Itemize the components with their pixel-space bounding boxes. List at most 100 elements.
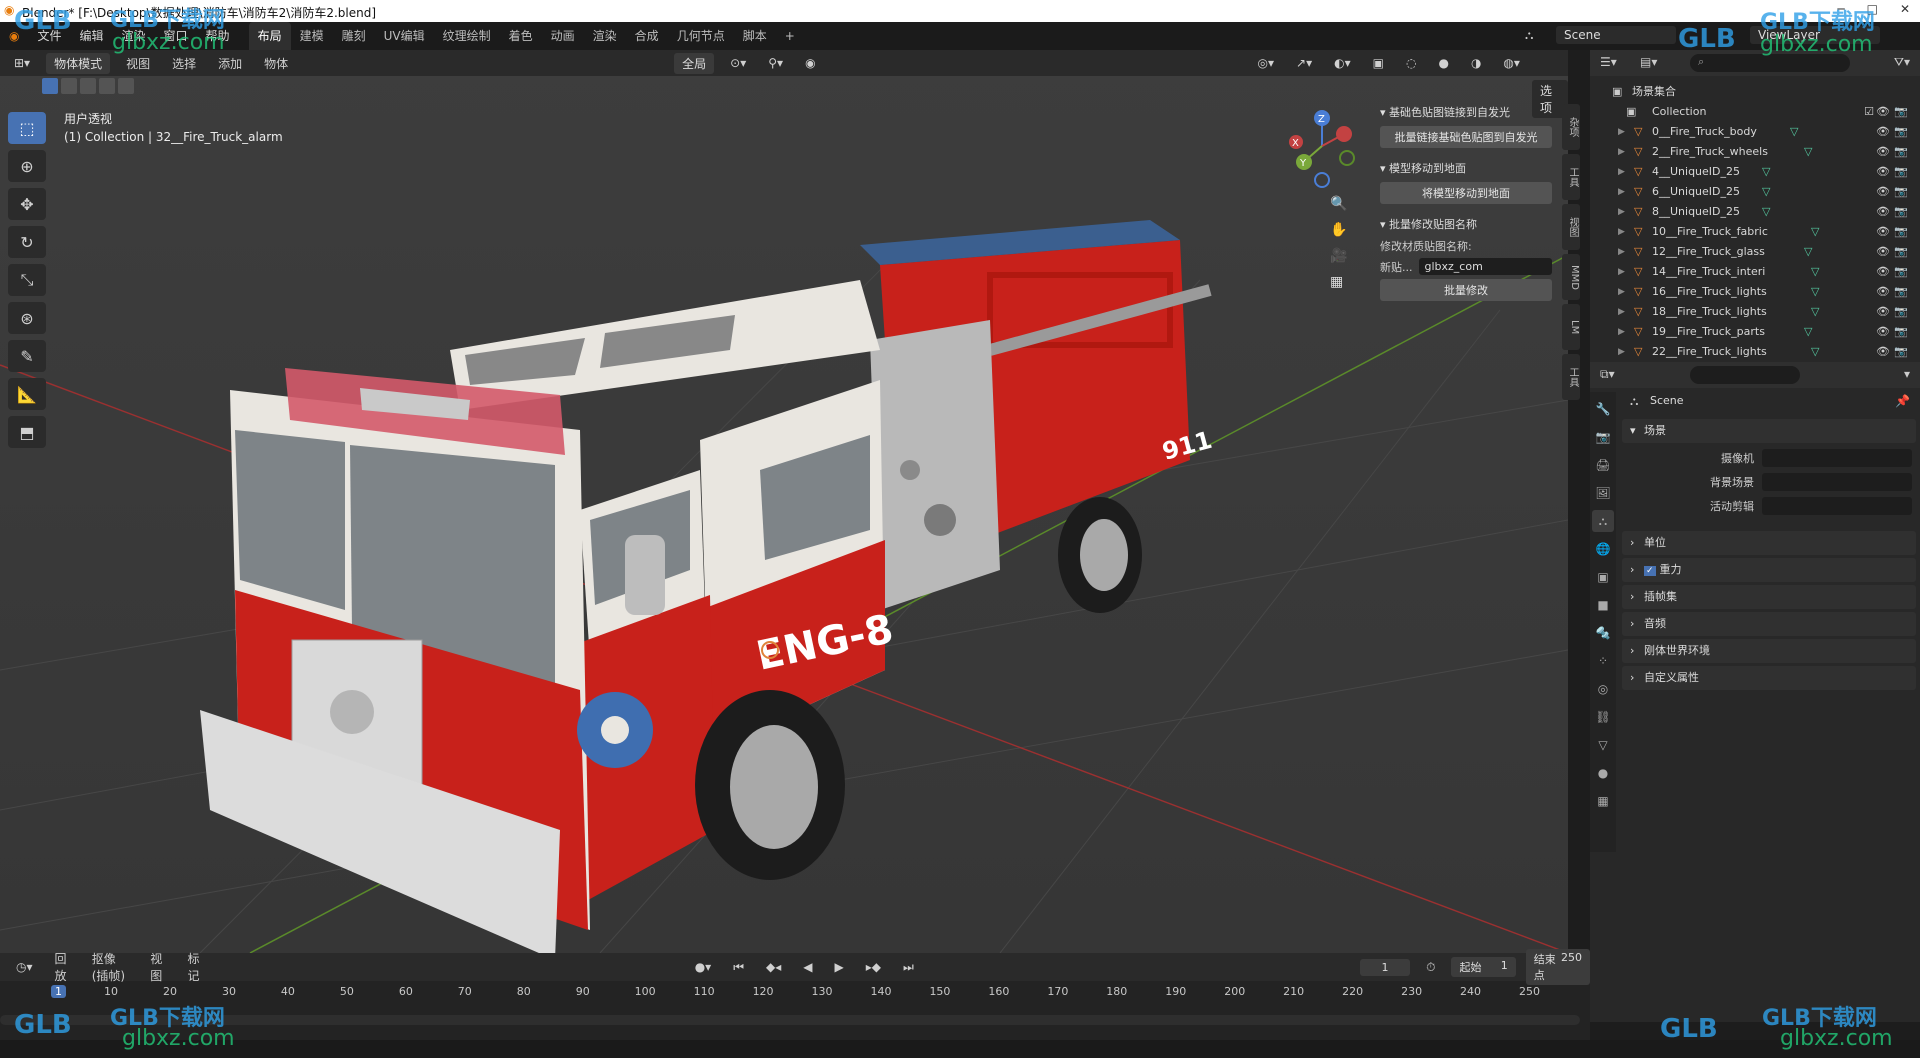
outliner-row[interactable]: ▶ ▽ 4__UniqueID_25 ▽ 👁 📷 <box>1590 162 1920 182</box>
outliner-row[interactable]: ▶ ▽ 18__Fire_Truck_lights ▽ 👁 📷 <box>1590 302 1920 322</box>
material-props-icon[interactable]: ● <box>1592 762 1614 784</box>
ortho-grid-icon[interactable]: ▦ <box>1330 274 1347 290</box>
eye-icon[interactable]: 👁 <box>1876 142 1890 162</box>
expand-arrow-icon[interactable]: ▶ <box>1618 302 1625 322</box>
3d-viewport[interactable]: ENG-8 911 ⊞▾ 物体模式 视图 选择 添加 物体 全局 ⊙▾ ⚲▾ ◉… <box>0 50 1568 953</box>
batch-link-emission-button[interactable]: 批量链接基础色贴图到自发光 <box>1380 126 1552 148</box>
select-subtract-icon[interactable] <box>80 78 96 94</box>
tab-animation[interactable]: 动画 <box>542 22 584 50</box>
render-camera-icon[interactable]: 📷 <box>1894 262 1908 282</box>
tab-texture-paint[interactable]: 纹理绘制 <box>434 22 500 50</box>
render-camera-icon[interactable]: 📷 <box>1894 282 1908 302</box>
shading-render-icon[interactable]: ◍▾ <box>1497 54 1526 72</box>
menu-edit[interactable]: 编辑 <box>71 22 113 50</box>
tab-rendering[interactable]: 渲染 <box>584 22 626 50</box>
annotate-icon[interactable]: ✎ <box>8 340 46 372</box>
select-intersect-icon[interactable] <box>118 78 134 94</box>
rotate-icon[interactable]: ↻ <box>8 226 46 258</box>
zoom-icon[interactable]: 🔍 <box>1330 196 1347 212</box>
tab-modeling[interactable]: 建模 <box>291 22 333 50</box>
cursor-icon[interactable]: ⊕ <box>8 150 46 182</box>
tab-lm[interactable]: LM <box>1562 304 1580 350</box>
render-camera-icon[interactable]: 📷 <box>1894 162 1908 182</box>
eye-icon[interactable]: 👁 <box>1876 302 1890 322</box>
outliner-row[interactable]: ▶ ▽ 6__UniqueID_25 ▽ 👁 📷 <box>1590 182 1920 202</box>
mesh-data-icon[interactable]: ▽ <box>1811 302 1819 322</box>
eye-icon[interactable]: 👁 <box>1876 122 1890 142</box>
constraints-props-icon[interactable]: ⛓ <box>1592 706 1614 728</box>
start-frame-field[interactable]: 起始 1 <box>1451 957 1516 977</box>
expand-arrow-icon[interactable]: ▶ <box>1618 142 1625 162</box>
select-box-icon[interactable]: ⬚ <box>8 112 46 144</box>
mesh-data-icon[interactable]: ▽ <box>1762 162 1770 182</box>
camera-field[interactable] <box>1762 449 1912 467</box>
tab-geometry-nodes[interactable]: 几何节点 <box>668 22 734 50</box>
auto-keying-icon[interactable]: ●▾ <box>689 958 718 976</box>
visibility-icon[interactable]: ◎▾ <box>1252 54 1281 72</box>
pin-icon[interactable]: 📌 <box>1895 394 1910 408</box>
end-frame-field[interactable]: 结束点 250 <box>1525 949 1591 985</box>
batch-rename-button[interactable]: 批量修改 <box>1380 279 1552 301</box>
camera-view-icon[interactable]: 🎥 <box>1330 248 1347 264</box>
render-props-icon[interactable]: 📷 <box>1592 426 1614 448</box>
tab-sculpting[interactable]: 雕刻 <box>333 22 375 50</box>
outliner-row[interactable]: ▶ ▽ 16__Fire_Truck_lights ▽ 👁 📷 <box>1590 282 1920 302</box>
stopwatch-icon[interactable]: ⏱ <box>1420 958 1441 977</box>
move-to-ground-button[interactable]: 将模型移动到地面 <box>1380 182 1552 204</box>
new-texture-name-input[interactable]: glbxz_com <box>1418 258 1552 275</box>
expand-arrow-icon[interactable]: ▶ <box>1618 122 1625 142</box>
render-camera-icon[interactable]: 📷 <box>1894 102 1908 122</box>
modifier-props-icon[interactable]: 🔩 <box>1592 622 1614 644</box>
panel-scene[interactable]: ▾ 场景 <box>1622 419 1916 443</box>
tab-misc[interactable]: 杂项 <box>1562 104 1580 150</box>
mesh-data-icon[interactable]: ▽ <box>1790 122 1798 142</box>
outliner-row[interactable]: ▶ ▽ 0__Fire_Truck_body ▽ 👁 📷 <box>1590 122 1920 142</box>
mesh-data-icon[interactable]: ▽ <box>1762 202 1770 222</box>
outliner-row[interactable]: ▶ ▽ 12__Fire_Truck_glass ▽ 👁 📷 <box>1590 242 1920 262</box>
render-camera-icon[interactable]: 📷 <box>1894 202 1908 222</box>
outliner-row[interactable]: ▶ ▽ 8__UniqueID_25 ▽ 👁 📷 <box>1590 202 1920 222</box>
xray-icon[interactable]: ▣ <box>1367 54 1390 72</box>
panel-rigid-body-world[interactable]: › 刚体世界环境 <box>1622 639 1916 663</box>
render-camera-icon[interactable]: 📷 <box>1894 142 1908 162</box>
expand-arrow-icon[interactable]: ▶ <box>1618 242 1625 262</box>
shading-material-icon[interactable]: ◑ <box>1465 54 1487 72</box>
tab-scripting[interactable]: 脚本 <box>734 22 776 50</box>
expand-arrow-icon[interactable]: ▶ <box>1618 202 1625 222</box>
data-props-icon[interactable]: ▽ <box>1592 734 1614 756</box>
snap-icon[interactable]: ⚲▾ <box>762 54 789 72</box>
outliner-row[interactable]: ▶ ▽ 2__Fire_Truck_wheels ▽ 👁 📷 <box>1590 142 1920 162</box>
editor-type-icon[interactable]: ⊞▾ <box>8 54 36 72</box>
eye-icon[interactable]: 👁 <box>1876 242 1890 262</box>
mesh-data-icon[interactable]: ▽ <box>1811 222 1819 242</box>
render-camera-icon[interactable]: 📷 <box>1894 182 1908 202</box>
properties-editor-icon[interactable]: ⧉▾ <box>1600 367 1615 382</box>
particles-props-icon[interactable]: ⁘ <box>1592 650 1614 672</box>
mesh-data-icon[interactable]: ▽ <box>1811 262 1819 282</box>
render-camera-icon[interactable]: 📷 <box>1894 222 1908 242</box>
panel-units[interactable]: › 单位 <box>1622 531 1916 555</box>
select-extend-icon[interactable] <box>61 78 77 94</box>
scene-props-tab-icon[interactable]: ⛬ <box>1592 510 1614 532</box>
close-icon[interactable]: ✕ <box>1900 2 1910 16</box>
expand-arrow-icon[interactable]: ▶ <box>1618 282 1625 302</box>
eye-icon[interactable]: 👁 <box>1876 102 1890 122</box>
outliner-row[interactable]: ▶ ▽ 14__Fire_Truck_interi ▽ 👁 📷 <box>1590 262 1920 282</box>
tool-props-icon[interactable]: 🔧 <box>1592 398 1614 420</box>
eye-icon[interactable]: 👁 <box>1876 262 1890 282</box>
properties-search-input[interactable] <box>1690 366 1800 384</box>
expand-arrow-icon[interactable]: ▶ <box>1618 262 1625 282</box>
mesh-data-icon[interactable]: ▽ <box>1804 142 1812 162</box>
tab-mmd[interactable]: MMD <box>1562 254 1580 300</box>
transform-icon[interactable]: ⊛ <box>8 302 46 334</box>
scale-icon[interactable]: ⤡ <box>8 264 46 296</box>
render-camera-icon[interactable]: 📷 <box>1894 302 1908 322</box>
mesh-data-icon[interactable]: ▽ <box>1762 182 1770 202</box>
measure-icon[interactable]: 📐 <box>8 378 46 410</box>
expand-arrow-icon[interactable]: ▶ <box>1618 322 1625 342</box>
section-rename-textures-title[interactable]: ▾ 批量修改贴图名称 <box>1380 216 1552 232</box>
render-camera-icon[interactable]: 📷 <box>1894 322 1908 342</box>
tab-tool-2[interactable]: 工具 <box>1562 354 1580 400</box>
expand-arrow-icon[interactable]: ▶ <box>1618 182 1625 202</box>
add-workspace-button[interactable]: + <box>776 22 804 50</box>
